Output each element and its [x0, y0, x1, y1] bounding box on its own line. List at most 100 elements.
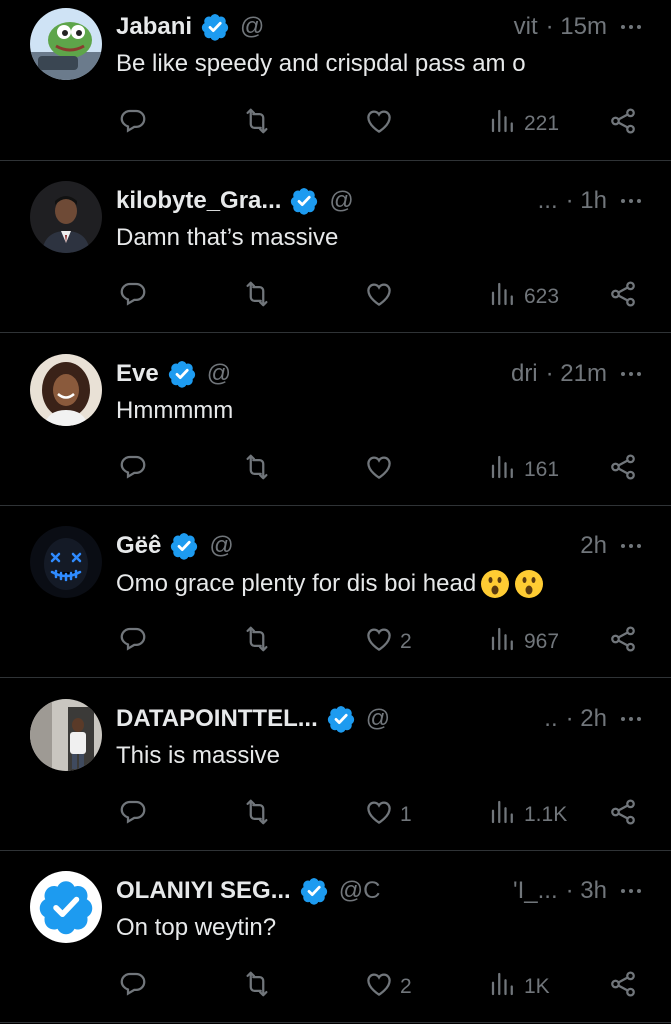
views-count: 623	[524, 285, 560, 308]
verified-icon	[200, 12, 230, 42]
share-button[interactable]	[608, 624, 638, 660]
views-button[interactable]: 1K	[488, 969, 550, 1005]
views-count: 1K	[524, 975, 550, 999]
like-button[interactable]: 2	[364, 624, 412, 660]
avatar[interactable]	[30, 526, 102, 599]
reply-icon	[118, 797, 148, 833]
views-icon	[488, 106, 518, 142]
timestamp[interactable]: · 1h	[566, 187, 607, 215]
avatar[interactable]	[30, 353, 102, 426]
divider	[0, 1022, 671, 1024]
retweet-icon	[242, 624, 272, 660]
share-button[interactable]	[608, 797, 638, 833]
tweet-header: DATAPOINTTEL... @ .. · 2h	[116, 702, 641, 736]
handle-tail: 'I_...	[513, 877, 558, 905]
tweet[interactable]: Eve @ dri · 21m Hmmmmm 161	[0, 334, 671, 506]
timestamp[interactable]: · 15m	[546, 13, 607, 41]
avatar[interactable]	[30, 871, 102, 944]
retweet-button[interactable]	[242, 624, 272, 660]
reply-button[interactable]	[118, 106, 148, 142]
share-button[interactable]	[608, 279, 638, 315]
tweet-text-content: Hmmmmm	[116, 396, 234, 424]
more-icon[interactable]	[621, 199, 641, 203]
retweet-button[interactable]	[242, 969, 272, 1005]
reply-button[interactable]	[118, 969, 148, 1005]
avatar[interactable]	[30, 181, 102, 253]
retweet-button[interactable]	[242, 106, 272, 142]
tweet[interactable]: Gëê @ 2h Omo grace plenty for dis boi he…	[0, 506, 671, 679]
share-icon	[608, 797, 638, 833]
verified-icon	[167, 359, 197, 389]
views-icon	[488, 797, 518, 833]
views-button[interactable]: 221	[488, 106, 559, 142]
avatar[interactable]	[30, 698, 102, 771]
display-name[interactable]: Eve	[116, 360, 159, 388]
tweet-text: Hmmmmm	[116, 397, 641, 425]
display-name[interactable]: Gëê	[116, 532, 161, 560]
tweet[interactable]: DATAPOINTTEL... @ .. · 2h This is massiv…	[0, 679, 671, 851]
timestamp[interactable]: · 2h	[566, 705, 607, 733]
more-icon[interactable]	[621, 889, 641, 894]
user-handle[interactable]: @	[329, 187, 353, 215]
user-handle[interactable]: @	[240, 13, 264, 41]
views-button[interactable]: 967	[488, 624, 559, 660]
retweet-button[interactable]	[242, 452, 272, 488]
share-button[interactable]	[608, 969, 638, 1005]
reply-button[interactable]	[118, 797, 148, 833]
retweet-button[interactable]	[242, 797, 272, 833]
tweet-actions: 221	[116, 106, 641, 140]
views-button[interactable]: 161	[488, 452, 559, 488]
share-icon	[608, 279, 638, 315]
timestamp[interactable]: · 21m	[546, 360, 607, 388]
tweet-actions: 2 1K	[116, 969, 641, 1003]
handle-tail: ...	[537, 187, 558, 214]
tweet-text-content: On top weytin?	[116, 914, 277, 942]
timestamp[interactable]: 2h	[580, 532, 607, 560]
reply-button[interactable]	[118, 279, 148, 315]
like-button[interactable]: 1	[364, 797, 412, 833]
tweet-text-content: Damn that’s massive	[116, 224, 339, 251]
like-count: 1	[400, 802, 412, 826]
more-icon[interactable]	[621, 716, 641, 721]
like-button[interactable]	[364, 279, 400, 315]
tweet[interactable]: Jabani @ vit · 15m Be like speedy and cr…	[0, 0, 671, 161]
share-icon	[608, 452, 638, 488]
like-button[interactable]: 2	[364, 969, 412, 1005]
tweet-text: This is massive	[116, 742, 641, 770]
retweet-icon	[242, 969, 272, 1005]
retweet-button[interactable]	[242, 279, 272, 315]
more-icon[interactable]	[621, 544, 641, 549]
verified-icon	[299, 876, 329, 906]
astonished-emoji-icon	[480, 569, 510, 599]
like-icon	[364, 797, 394, 833]
user-handle[interactable]: @	[366, 705, 390, 733]
tweet-text: Be like speedy and crispdal pass am o	[116, 50, 641, 78]
avatar[interactable]	[30, 8, 102, 80]
user-handle[interactable]: @	[207, 360, 231, 388]
share-button[interactable]	[608, 106, 638, 142]
display-name[interactable]: OLANIYI SEG...	[116, 877, 291, 905]
views-button[interactable]: 1.1K	[488, 797, 567, 833]
user-handle[interactable]: @C	[339, 877, 381, 905]
like-button[interactable]	[364, 106, 400, 142]
like-button[interactable]	[364, 452, 400, 488]
display-name[interactable]: DATAPOINTTEL...	[116, 705, 318, 733]
handle-tail: ..	[544, 704, 558, 732]
more-icon[interactable]	[621, 371, 641, 376]
display-name[interactable]: Jabani	[116, 13, 192, 41]
tweet-text-content: Omo grace plenty for dis boi head	[116, 570, 477, 598]
display-name[interactable]: kilobyte_Gra...	[116, 187, 281, 215]
reply-button[interactable]	[118, 624, 148, 660]
tweet[interactable]: kilobyte_Gra... @ ... · 1h Damn that’s m…	[0, 161, 671, 333]
share-button[interactable]	[608, 452, 638, 488]
timestamp[interactable]: · 3h	[566, 877, 607, 905]
share-icon	[608, 624, 638, 660]
tweet-header: Gëê @ 2h	[116, 529, 641, 563]
user-handle[interactable]: @	[209, 532, 233, 560]
views-icon	[488, 452, 518, 488]
reply-button[interactable]	[118, 452, 148, 488]
views-button[interactable]: 623	[488, 279, 559, 315]
more-icon[interactable]	[621, 25, 641, 29]
tweet[interactable]: OLANIYI SEG... @C 'I_... · 3h On top wey…	[0, 851, 671, 1024]
verified-icon	[169, 531, 199, 561]
